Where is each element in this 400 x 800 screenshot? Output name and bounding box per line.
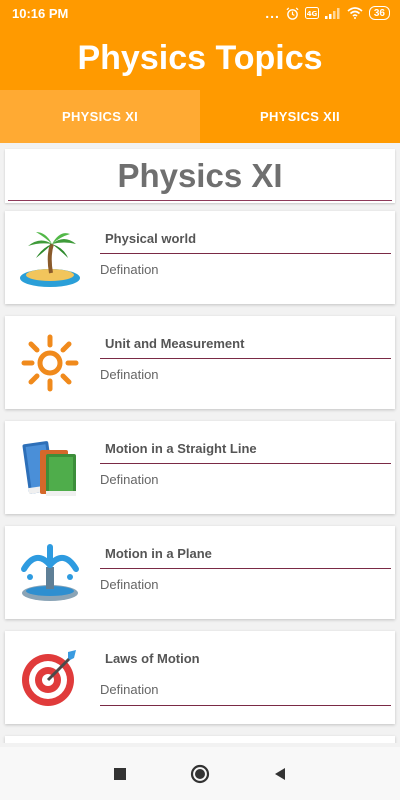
signal-icon	[324, 8, 340, 19]
status-time: 10:16 PM	[12, 5, 69, 21]
topic-card-motion-straight-line[interactable]: Motion in a Straight Line Defination	[5, 421, 395, 514]
app: 10:16 PM ... 4G 36 Physics Topics PHYSIC…	[0, 0, 400, 800]
topic-title: Laws of Motion	[105, 651, 200, 666]
alarm-icon	[286, 7, 299, 20]
topic-subtitle: Defination	[100, 472, 159, 487]
topic-card-unit-and-measurement[interactable]: Unit and Measurement Defination	[5, 316, 395, 409]
tab-physics-xii[interactable]: PHYSICS XII	[200, 90, 400, 143]
topic-title: Motion in a Plane	[105, 546, 212, 561]
sun-icon	[5, 316, 95, 409]
triangle-back-icon	[275, 767, 285, 780]
books-icon	[5, 421, 95, 514]
island-icon	[5, 211, 95, 304]
status-bar: 10:16 PM ... 4G 36	[0, 0, 400, 26]
topic-subtitle: Defination	[100, 682, 159, 697]
topic-subtitle: Defination	[100, 367, 159, 382]
volte-icon: 4G	[304, 7, 319, 19]
topic-list[interactable]: Physics XI Physical world Defination Uni…	[0, 143, 400, 743]
divider	[100, 253, 391, 254]
topic-card-partial[interactable]	[5, 736, 395, 743]
page-title: Physics Topics	[77, 38, 323, 77]
topic-text: Physical world Defination	[95, 211, 395, 304]
topic-card-laws-of-motion[interactable]: Laws of Motion Defination	[5, 631, 395, 724]
target-icon	[5, 631, 95, 724]
circle-icon	[190, 764, 210, 783]
topic-title: Unit and Measurement	[105, 336, 245, 351]
navigation-bar	[0, 747, 400, 800]
topic-text: Unit and Measurement Defination	[95, 316, 395, 409]
wifi-icon	[347, 7, 363, 19]
home-button[interactable]	[185, 759, 215, 789]
app-header: Physics Topics	[0, 26, 400, 90]
divider	[100, 705, 391, 706]
fountain-icon	[5, 526, 95, 619]
topic-title: Motion in a Straight Line	[105, 441, 257, 456]
more-dots-icon: ...	[265, 5, 280, 21]
section-title: Physics XI	[117, 157, 283, 194]
topic-text: Laws of Motion Defination	[95, 631, 395, 724]
topic-card-motion-in-a-plane[interactable]: Motion in a Plane Defination	[5, 526, 395, 619]
battery-icon: 36	[368, 6, 390, 20]
topic-card-physical-world[interactable]: Physical world Defination	[5, 211, 395, 304]
topic-title: Physical world	[105, 231, 197, 246]
tab-label: PHYSICS XI	[62, 109, 138, 124]
topic-text: Motion in a Plane Defination	[95, 526, 395, 619]
tab-bar: PHYSICS XI PHYSICS XII	[0, 90, 400, 143]
section-title-card: Physics XI	[5, 149, 395, 203]
svg-text:4G: 4G	[307, 10, 318, 18]
divider	[100, 568, 391, 569]
back-button[interactable]	[265, 759, 295, 789]
topic-subtitle: Defination	[100, 262, 159, 277]
divider	[100, 463, 391, 464]
topic-subtitle: Defination	[100, 577, 159, 592]
tab-label: PHYSICS XII	[260, 109, 340, 124]
status-icons: ... 4G 36	[265, 6, 390, 20]
divider	[100, 358, 391, 359]
recents-button[interactable]	[105, 759, 135, 789]
square-icon	[114, 767, 126, 780]
tab-physics-xi[interactable]: PHYSICS XI	[0, 90, 200, 143]
topic-text: Motion in a Straight Line Defination	[95, 421, 395, 514]
